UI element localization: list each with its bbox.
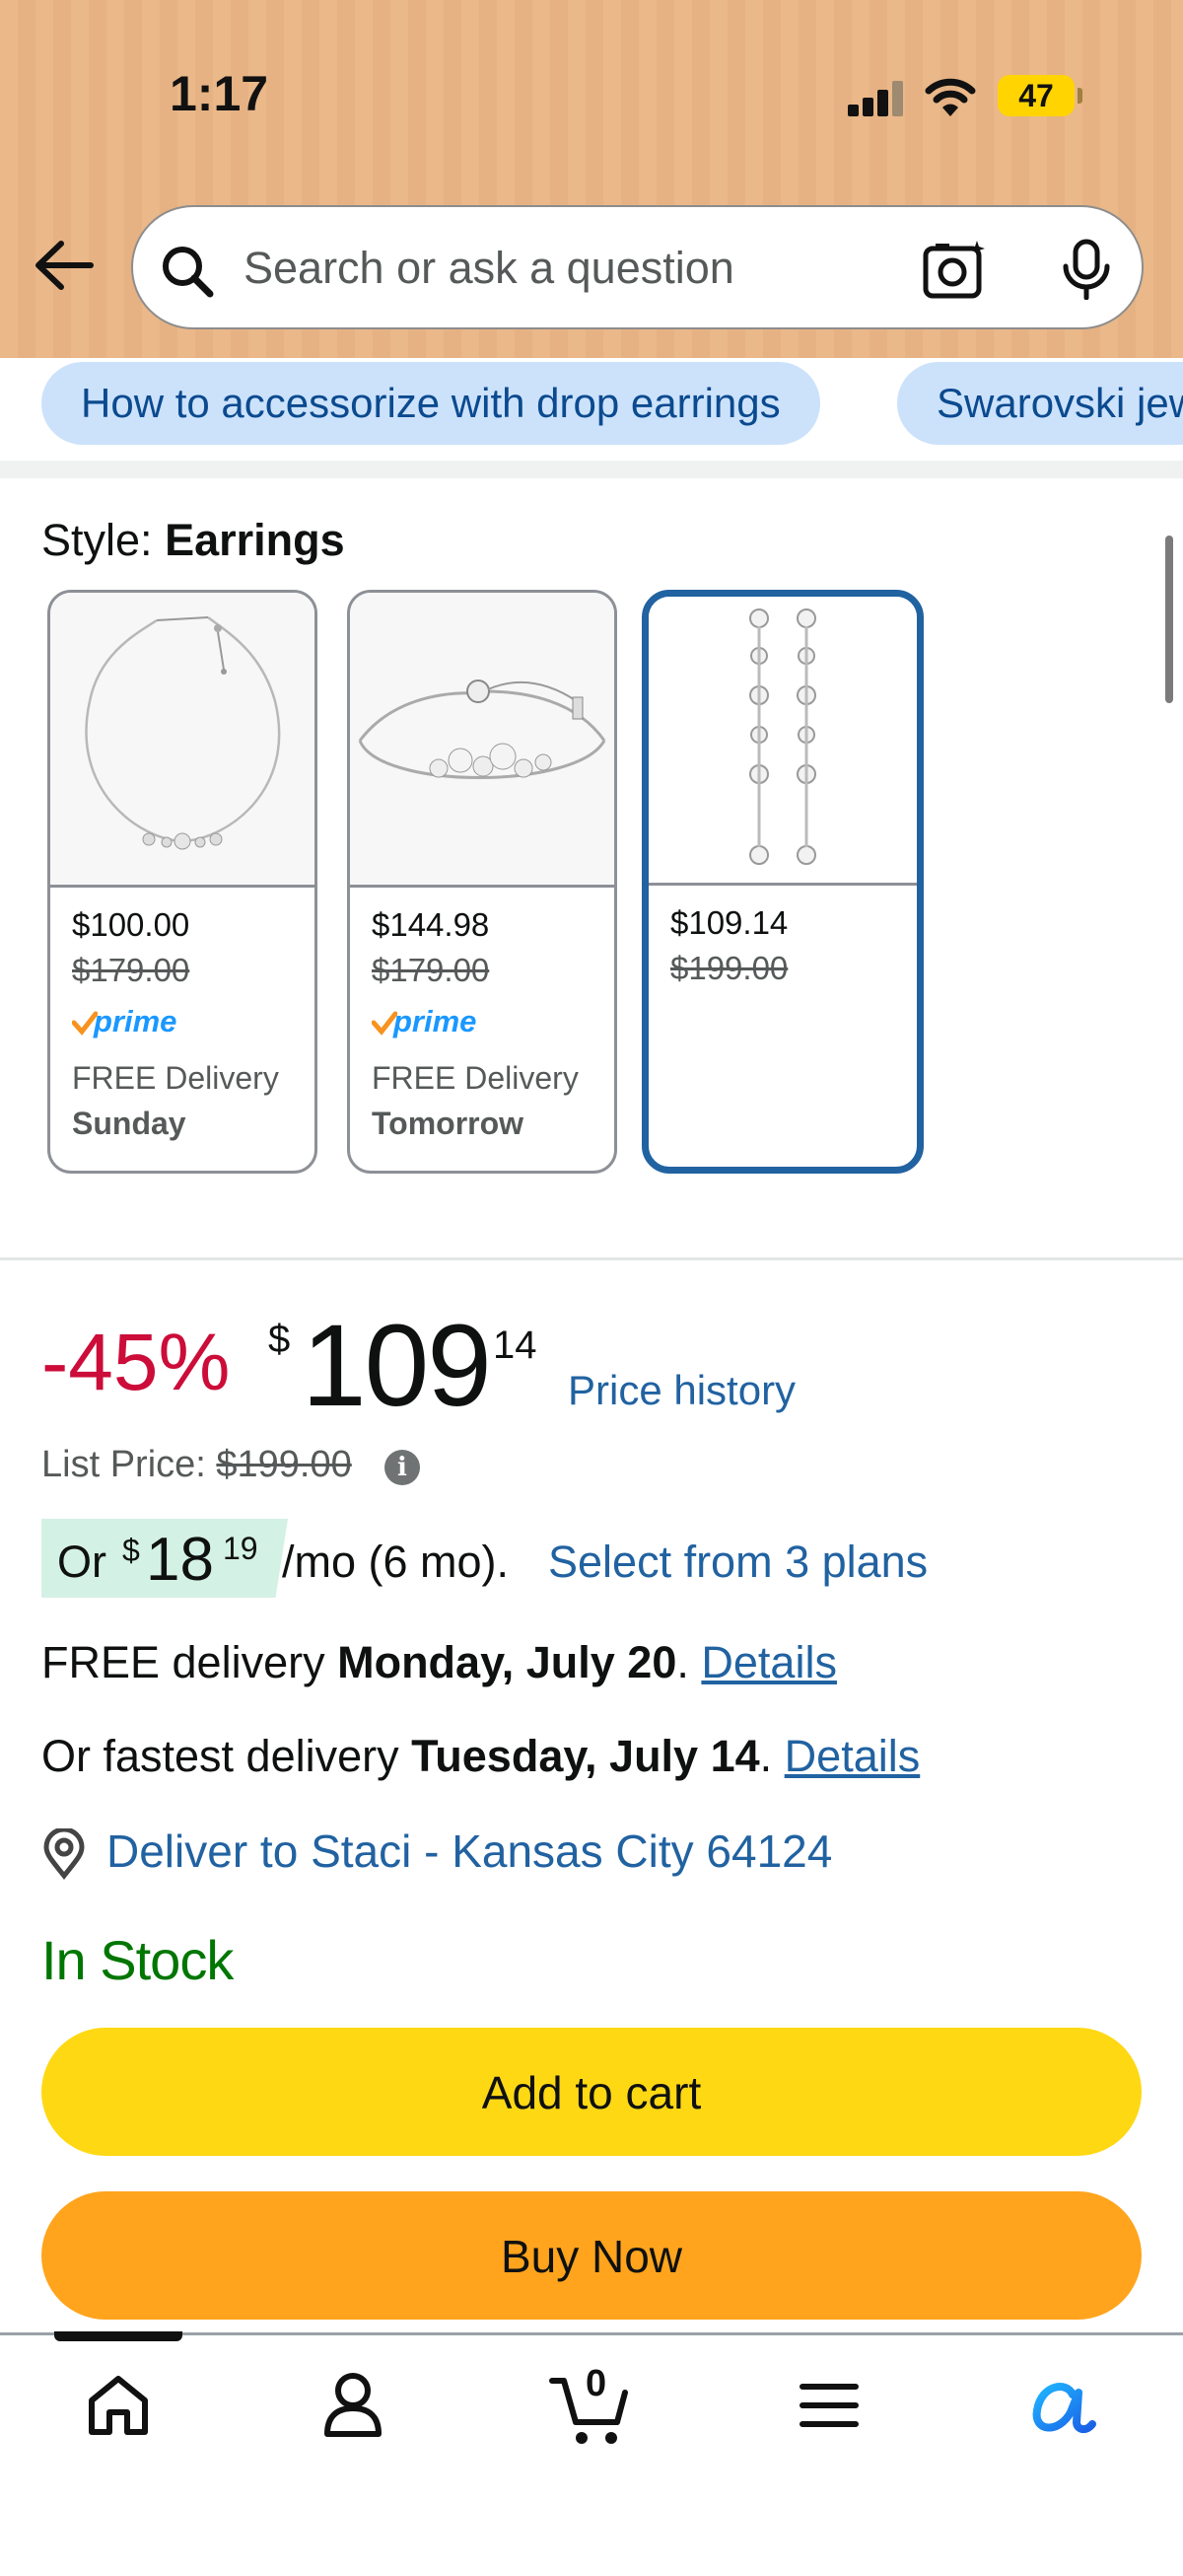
buy-now-button[interactable]: Buy Now [41, 2191, 1142, 2320]
product-image [50, 593, 314, 888]
suggestion-chips: How to accessorize with drop earrings Sw… [0, 358, 1183, 461]
style-option-bracelet[interactable]: $144.98 $179.00 prime FREE Delivery Tomo… [347, 590, 617, 1174]
option-list-price: $179.00 [72, 952, 190, 988]
scrollbar[interactable] [1165, 536, 1173, 703]
search-icon [163, 247, 214, 298]
free-delivery-line: FREE delivery Monday, July 20. Details [41, 1637, 837, 1687]
fastest-delivery-date: Tuesday, July 14 [411, 1731, 760, 1781]
camera-search-icon[interactable] [922, 237, 991, 302]
status-time: 1:17 [170, 66, 269, 121]
rufus-icon[interactable] [1027, 2371, 1098, 2440]
free-delivery-date: Monday, July 20 [337, 1637, 677, 1687]
prime-label: prime [393, 1004, 477, 1038]
prime-badge: prime [372, 1004, 614, 1045]
section-divider [0, 461, 1183, 478]
add-to-cart-button[interactable]: Add to cart [41, 2028, 1142, 2156]
app-header: 1:17 47 [0, 0, 1183, 358]
discount-percent: -45% [41, 1318, 231, 1407]
prime-badge: prime [72, 1004, 314, 1045]
price-history-link[interactable]: Price history [568, 1367, 796, 1414]
free-delivery-details-link[interactable]: Details [701, 1637, 837, 1687]
price-fraction: 14 [493, 1324, 537, 1367]
style-label-text: Style: [41, 515, 153, 565]
cellular-signal-icon [848, 81, 905, 116]
suggestion-chip[interactable]: How to accessorize with drop earrings [41, 362, 820, 445]
installment-fraction: 19 [223, 1531, 258, 1566]
installment-whole: 18 [146, 1526, 214, 1594]
wifi-icon [925, 78, 976, 116]
option-delivery: FREE Delivery [72, 1060, 279, 1096]
list-price: List Price: $199.00 [41, 1444, 352, 1486]
cart-nav-item[interactable]: 0 [548, 2363, 637, 2450]
option-delivery-day: Tomorrow [372, 1106, 524, 1141]
fastest-delivery-details-link[interactable]: Details [785, 1731, 921, 1781]
search-bar[interactable] [131, 205, 1144, 329]
stock-status: In Stock [41, 1929, 234, 1991]
option-price: $100.00 [72, 906, 190, 943]
active-tab-indicator [54, 2331, 182, 2341]
style-option-necklace[interactable]: $100.00 $179.00 prime FREE Delivery Sund… [47, 590, 317, 1174]
option-price: $109.14 [670, 904, 789, 941]
list-price-value: $199.00 [216, 1444, 352, 1485]
suggestion-chip[interactable]: Swarovski jewelry [897, 362, 1183, 445]
account-icon[interactable] [321, 2371, 384, 2440]
location-pin-icon [43, 1828, 85, 1880]
menu-icon[interactable] [799, 2371, 860, 2440]
battery-indicator: 47 [998, 75, 1082, 116]
price-whole: 109 [302, 1301, 492, 1431]
info-icon[interactable]: i [384, 1450, 420, 1485]
list-price-label: List Price: [41, 1444, 206, 1485]
fastest-delivery-prefix: Or fastest delivery [41, 1731, 399, 1781]
microphone-icon[interactable] [1060, 239, 1113, 300]
style-value: Earrings [165, 515, 345, 565]
style-label: Style: Earrings [41, 515, 345, 566]
select-plans-link[interactable]: Select from 3 plans [548, 1537, 928, 1588]
style-option-earrings-selected[interactable]: $109.14 $199.00 [642, 590, 924, 1174]
free-delivery-prefix: FREE delivery [41, 1637, 325, 1687]
back-arrow-icon[interactable] [34, 241, 95, 290]
installment-terms: /mo (6 mo). [282, 1537, 510, 1587]
search-input[interactable] [242, 233, 1014, 304]
home-icon[interactable] [84, 2371, 153, 2440]
cart-count: 0 [586, 2363, 607, 2404]
product-image [350, 593, 614, 888]
installment-or: Or [57, 1537, 106, 1587]
option-list-price: $179.00 [372, 952, 490, 988]
prime-label: prime [94, 1004, 177, 1038]
section-divider [0, 1257, 1183, 1260]
option-delivery: FREE Delivery [372, 1060, 579, 1096]
installment-currency: $ [122, 1533, 140, 1568]
option-delivery-day: Sunday [72, 1106, 186, 1141]
price-currency: $ [268, 1318, 291, 1361]
fastest-delivery-line: Or fastest delivery Tuesday, July 14. De… [41, 1731, 921, 1781]
option-price: $144.98 [372, 906, 490, 943]
product-image [649, 597, 917, 886]
bottom-nav: 0 [0, 2331, 1183, 2576]
deliver-to-link[interactable]: Deliver to Staci - Kansas City 64124 [106, 1825, 832, 1878]
option-list-price: $199.00 [670, 950, 789, 986]
